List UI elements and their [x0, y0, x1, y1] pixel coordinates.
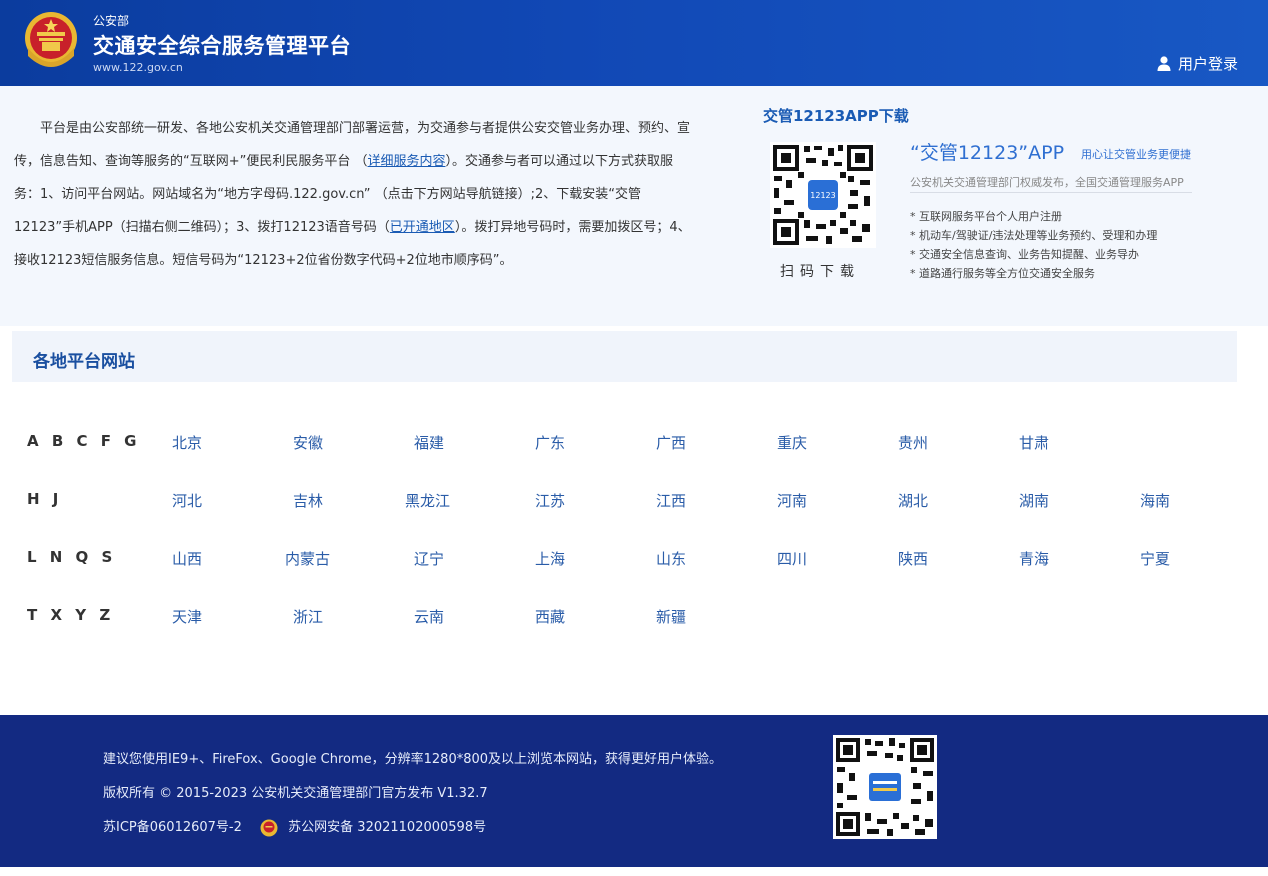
- province-link[interactable]: 浙江: [293, 606, 323, 627]
- app-subtitle: 公安机关交通管理部门权威发布，全国交通管理服务APP: [910, 176, 1184, 189]
- org-label: 公安部: [93, 14, 130, 28]
- icp-link[interactable]: 苏ICP备06012607号-2: [103, 820, 242, 835]
- app-feature: 机动车/驾驶证/违法处理等业务预约、受理和办理: [910, 226, 1157, 245]
- province-link[interactable]: 广西: [656, 432, 686, 453]
- app-feature: 道路通行服务等全方位交通安全服务: [910, 264, 1157, 283]
- province-link[interactable]: 上海: [535, 548, 565, 569]
- province-link[interactable]: 福建: [414, 432, 444, 453]
- footer-qr-code-icon: [833, 735, 937, 839]
- app-feature: 交通安全信息查询、业务告知提醒、业务导办: [910, 245, 1157, 264]
- province-link[interactable]: 江苏: [535, 490, 565, 511]
- copyright-text: 版权所有 © 2015-2023 公安机关交通管理部门官方发布 V1.32.7: [103, 786, 488, 801]
- province-link[interactable]: 贵州: [898, 432, 928, 453]
- province-link[interactable]: 宁夏: [1140, 548, 1170, 569]
- police-emblem-icon: [25, 12, 77, 67]
- province-link[interactable]: 湖南: [1019, 490, 1049, 511]
- app-name: “交管12123”APP: [910, 142, 1065, 164]
- region-letters: A B C F G: [27, 432, 141, 450]
- region-row: A B C F G 北京 安徽 福建 广东 广西 重庆 贵州 甘肃: [27, 432, 1247, 456]
- province-link[interactable]: 山西: [172, 548, 202, 569]
- intro-section: 平台是由公安部统一研发、各地公安机关交通管理部门部署运营，为交通参与者提供公安交…: [0, 86, 1268, 326]
- app-divider: [910, 192, 1192, 193]
- service-detail-link[interactable]: 详细服务内容: [368, 154, 446, 169]
- user-icon: [1157, 56, 1171, 71]
- province-link[interactable]: 云南: [414, 606, 444, 627]
- scan-caption: 扫码下载: [780, 264, 860, 280]
- svg-text:12123: 12123: [810, 191, 835, 200]
- province-link[interactable]: 安徽: [293, 432, 323, 453]
- province-link[interactable]: 江西: [656, 490, 686, 511]
- open-regions-link[interactable]: 已开通地区: [390, 220, 455, 235]
- site-url: www.122.gov.cn: [93, 61, 183, 74]
- regions-title: 各地平台网站: [33, 352, 135, 372]
- province-link[interactable]: 天津: [172, 606, 202, 627]
- province-link[interactable]: 山东: [656, 548, 686, 569]
- police-record-link[interactable]: 苏公网安备 32021102000598号: [288, 820, 486, 835]
- province-link[interactable]: 广东: [535, 432, 565, 453]
- record-line: 苏ICP备06012607号-2 苏公网安备 32021102000598号: [103, 816, 486, 837]
- site-footer: 建议您使用IE9+、FireFox、Google Chrome，分辨率1280*…: [0, 715, 1268, 867]
- region-row: L N Q S 山西 内蒙古 辽宁 上海 山东 四川 陕西 青海 宁夏: [27, 548, 1247, 572]
- province-link[interactable]: 辽宁: [414, 548, 444, 569]
- police-badge-icon: [260, 819, 278, 836]
- region-letters: T X Y Z: [27, 606, 115, 624]
- province-link[interactable]: 吉林: [293, 490, 323, 511]
- app-qr-code-icon: 12123: [770, 142, 876, 248]
- province-link[interactable]: 新疆: [656, 606, 686, 627]
- region-letters: L N Q S: [27, 548, 117, 566]
- intro-text: 平台是由公安部统一研发、各地公安机关交通管理部门部署运营，为交通参与者提供公安交…: [14, 112, 694, 277]
- province-link[interactable]: 西藏: [535, 606, 565, 627]
- province-link[interactable]: 海南: [1140, 490, 1170, 511]
- province-link[interactable]: 重庆: [777, 432, 807, 453]
- site-header: 公安部 交通安全综合服务管理平台 www.122.gov.cn 用户登录: [0, 0, 1268, 86]
- login-button[interactable]: 用户登录: [1157, 53, 1238, 74]
- province-link[interactable]: 甘肃: [1019, 432, 1049, 453]
- province-link[interactable]: 四川: [777, 548, 807, 569]
- province-link[interactable]: 河南: [777, 490, 807, 511]
- browser-note: 建议您使用IE9+、FireFox、Google Chrome，分辨率1280*…: [103, 752, 723, 767]
- app-download-title: 交管12123APP下载: [763, 107, 909, 125]
- province-link[interactable]: 黑龙江: [405, 490, 450, 511]
- province-link[interactable]: 内蒙古: [285, 548, 330, 569]
- region-row: T X Y Z 天津 浙江 云南 西藏 新疆: [27, 606, 1247, 630]
- app-feature-list: 互联网服务平台个人用户注册 机动车/驾驶证/违法处理等业务预约、受理和办理 交通…: [910, 207, 1157, 283]
- app-feature: 互联网服务平台个人用户注册: [910, 207, 1157, 226]
- region-letters: H J: [27, 490, 63, 508]
- province-link[interactable]: 湖北: [898, 490, 928, 511]
- regions-header: 各地平台网站: [12, 331, 1237, 382]
- province-link[interactable]: 青海: [1019, 548, 1049, 569]
- province-link[interactable]: 北京: [172, 432, 202, 453]
- app-slogan: 用心让交管业务更便捷: [1081, 148, 1191, 161]
- region-row: H J 河北 吉林 黑龙江 江苏 江西 河南 湖北 湖南 海南: [27, 490, 1247, 514]
- login-label: 用户登录: [1177, 55, 1238, 73]
- province-link[interactable]: 河北: [172, 490, 202, 511]
- site-title: 交通安全综合服务管理平台: [93, 34, 351, 58]
- province-link[interactable]: 陕西: [898, 548, 928, 569]
